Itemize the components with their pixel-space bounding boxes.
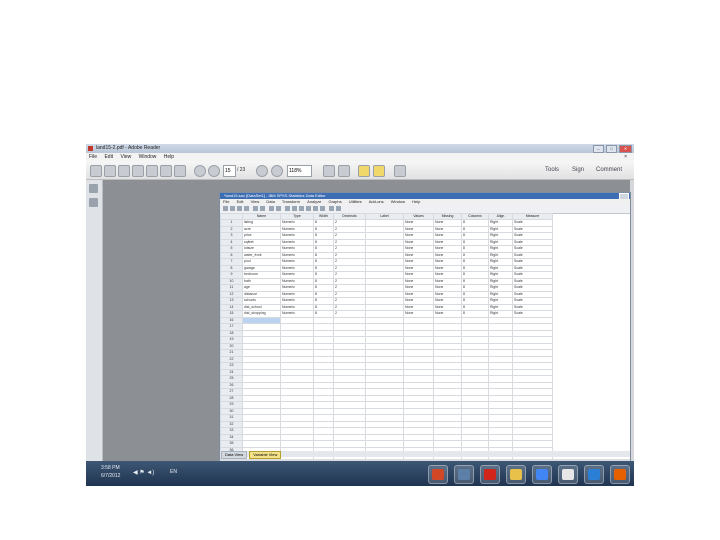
spss-undo-icon[interactable] [253, 206, 258, 211]
minimize-button[interactable]: – [593, 145, 604, 153]
fit-width-icon[interactable] [338, 165, 350, 177]
window-title: land15-2.pdf - Adobe Reader [96, 145, 161, 151]
spss-menu-transform[interactable]: Transform [282, 199, 300, 204]
tab-variable-view[interactable]: Variable View [249, 451, 282, 459]
clock-time: 3:58 PM [101, 465, 120, 471]
zoom-out-icon[interactable] [256, 165, 268, 177]
spss-weight-icon[interactable] [313, 206, 318, 211]
spss-find-icon[interactable] [285, 206, 290, 211]
spss-insert-case-icon[interactable] [292, 206, 297, 211]
maximize-button[interactable]: □ [606, 145, 617, 153]
tab-data-view[interactable]: Data View [221, 451, 248, 459]
spss-goto-icon[interactable] [269, 206, 274, 211]
spss-select-icon[interactable] [320, 206, 325, 211]
acrobat-app-icon [484, 469, 496, 480]
share-icon[interactable] [132, 165, 144, 177]
spss-variables-icon[interactable] [276, 206, 281, 211]
tray-icons[interactable]: ◀ ⚑ ◄) [133, 469, 154, 476]
firefox-taskbar-button[interactable] [610, 465, 630, 484]
spss-title: *land15.sav [DataSet1] - IBM SPSS Statis… [224, 193, 326, 198]
close-document-button[interactable]: × [624, 153, 627, 161]
spss-menu-utilities[interactable]: Utilities [349, 199, 362, 204]
open-icon[interactable] [90, 165, 102, 177]
spss-menu-analyze[interactable]: Analyze [307, 199, 321, 204]
spss-menu-graphs[interactable]: Graphs [328, 199, 341, 204]
spss-open-icon[interactable] [223, 206, 228, 211]
network-app-icon [458, 469, 470, 480]
spss-menu-addons[interactable]: Add-ons [369, 199, 384, 204]
navigation-panel [86, 180, 103, 461]
network-taskbar-button[interactable] [454, 465, 474, 484]
zoom-in-icon[interactable] [271, 165, 283, 177]
notes-taskbar-button[interactable] [506, 465, 526, 484]
edit-icon[interactable] [118, 165, 130, 177]
spss-split-icon[interactable] [306, 206, 311, 211]
spss-value-labels-icon[interactable] [329, 206, 334, 211]
spss-redo-icon[interactable] [260, 206, 265, 211]
windows-taskbar: 3:58 PM 6/7/2012 ◀ ⚑ ◄) EN [86, 461, 634, 486]
spss-menu-window[interactable]: Window [391, 199, 405, 204]
powerpoint-taskbar-button[interactable] [428, 465, 448, 484]
clock[interactable]: 3:58 PM 6/7/2012 [101, 464, 120, 480]
attachments-icon[interactable] [89, 198, 98, 207]
sign-button[interactable]: Sign [572, 165, 584, 175]
spss-save-icon[interactable] [230, 206, 235, 211]
spss-print-icon[interactable] [237, 206, 242, 211]
email-icon[interactable] [174, 165, 186, 177]
reader-toolbar: 15 / 23 118% Tools Sign Comment [86, 161, 634, 180]
menu-window[interactable]: Window [139, 154, 157, 160]
spss-view-tabs: Data View Variable View [220, 451, 630, 459]
menu-edit[interactable]: Edit [104, 154, 113, 160]
reader-menu-bar: File Edit View Window Help × [86, 153, 634, 161]
internet-explorer-taskbar-button[interactable] [584, 465, 604, 484]
save-icon[interactable] [146, 165, 158, 177]
spss-menu-data[interactable]: Data [266, 199, 274, 204]
page-up-icon[interactable] [194, 165, 206, 177]
spss-menu-edit[interactable]: Edit [237, 199, 244, 204]
spss-sets-icon[interactable] [336, 206, 341, 211]
language-indicator[interactable]: EN [170, 469, 177, 475]
spss-recall-icon[interactable] [244, 206, 249, 211]
menu-view[interactable]: View [120, 154, 131, 160]
reader-title-bar: land15-2.pdf - Adobe Reader – □ ✕ [86, 144, 634, 153]
window-controls: – □ ✕ [593, 145, 632, 153]
comment-button[interactable]: Comment [596, 165, 622, 175]
spss-menu-file[interactable]: File [223, 199, 229, 204]
menu-file[interactable]: File [89, 154, 97, 160]
media-player-taskbar-button[interactable] [558, 465, 578, 484]
print-icon[interactable] [160, 165, 172, 177]
chrome-taskbar-button[interactable] [532, 465, 552, 484]
zoom-select[interactable]: 118% [287, 165, 312, 177]
acrobat-taskbar-button[interactable] [480, 465, 500, 484]
chrome-app-icon [536, 469, 548, 480]
adobe-reader-icon [88, 146, 93, 151]
fullscreen-icon[interactable] [394, 165, 406, 177]
close-button[interactable]: ✕ [619, 145, 632, 153]
notes-app-icon [510, 469, 522, 480]
spss-insert-variable-icon[interactable] [299, 206, 304, 211]
firefox-app-icon [614, 469, 626, 480]
pages-icon[interactable] [89, 184, 98, 193]
spss-menu-view[interactable]: View [251, 199, 260, 204]
spss-menu-help[interactable]: Help [412, 199, 420, 204]
powerpoint-app-icon [432, 469, 444, 480]
tools-button[interactable]: Tools [545, 165, 559, 175]
page-down-icon[interactable] [208, 165, 220, 177]
comment-note-icon[interactable] [358, 165, 370, 177]
page-total: / 23 [237, 167, 246, 173]
menu-help[interactable]: Help [164, 154, 174, 160]
internet-explorer-app-icon [588, 469, 600, 480]
page-number-input[interactable]: 15 [223, 165, 236, 177]
create-pdf-icon[interactable] [104, 165, 116, 177]
desktop-screenshot: land15-2.pdf - Adobe Reader – □ ✕ File E… [86, 144, 634, 486]
media-player-app-icon [562, 469, 574, 480]
fit-page-icon[interactable] [323, 165, 335, 177]
clock-date: 6/7/2012 [101, 473, 121, 479]
spss-data-editor: *land15.sav [DataSet1] - IBM SPSS Statis… [219, 192, 631, 486]
highlight-icon[interactable] [373, 165, 385, 177]
variable-view-grid: Name Type Width Decimals Label Values Mi… [220, 213, 553, 486]
